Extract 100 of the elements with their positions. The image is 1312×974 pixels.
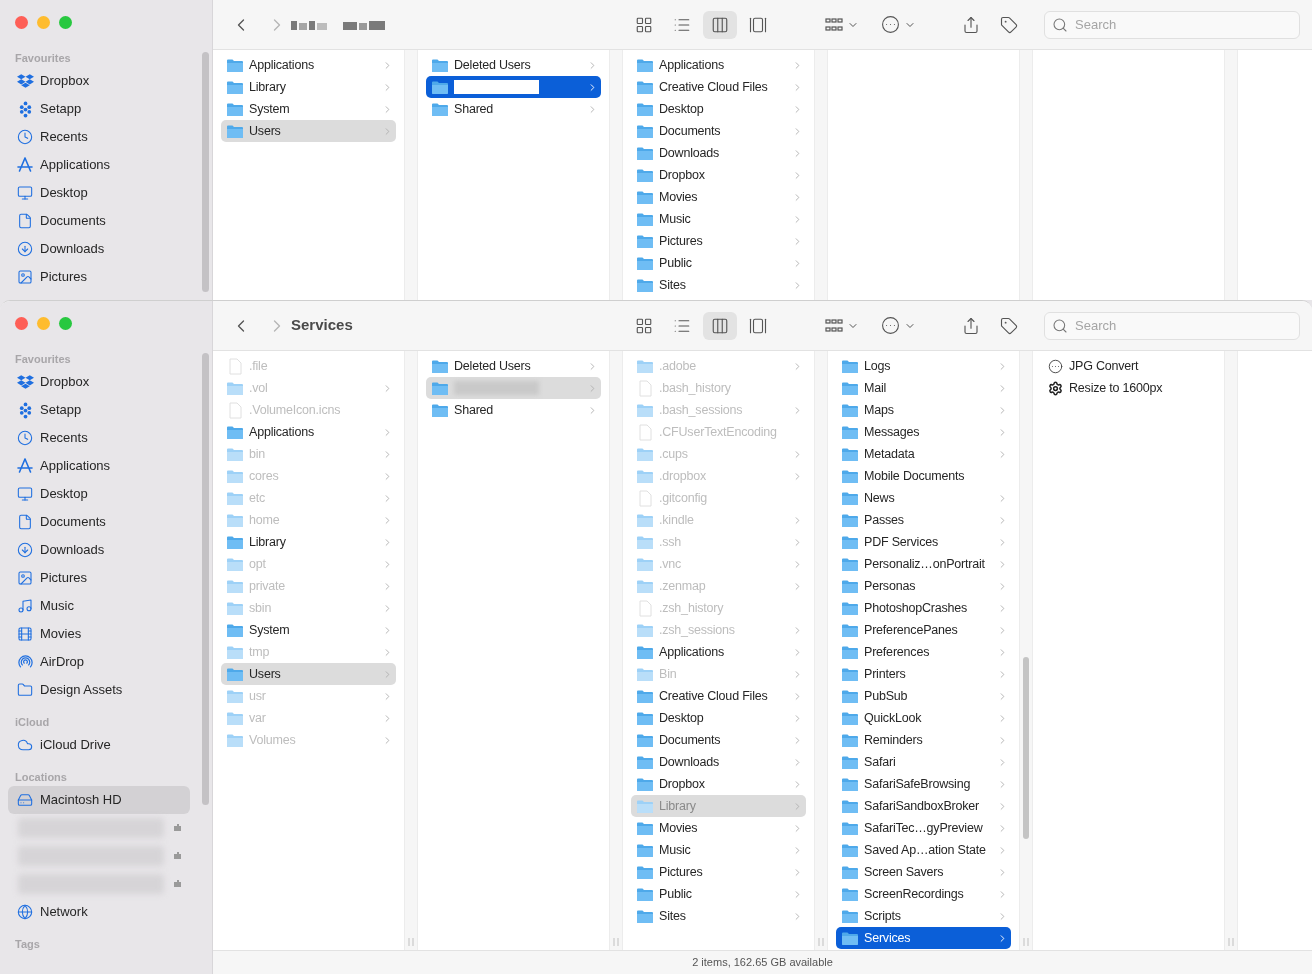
column-view-button[interactable] [703,311,737,340]
file-row[interactable]: Mail [836,377,1011,399]
sidebar-item[interactable]: Pictures [8,564,190,592]
sidebar-item[interactable]: iCloud Drive [8,731,190,759]
group-button[interactable] [825,318,859,333]
sidebar-item[interactable]: Applications [8,452,190,480]
column-resize-bar[interactable] [1224,351,1238,950]
file-row[interactable]: Users [221,663,396,685]
sidebar-item[interactable]: Recents [8,123,190,151]
sidebar-item[interactable]: Applications [8,151,190,179]
sidebar-item[interactable]: Dropbox [8,67,190,95]
file-row[interactable]: Sites [631,274,806,296]
minimize-window-button[interactable] [37,16,50,29]
file-row[interactable]: Downloads [631,751,806,773]
column-resize-bar[interactable] [609,351,623,950]
file-row[interactable]: Documents [631,120,806,142]
sidebar-item[interactable]: Setapp [8,95,190,123]
file-row[interactable]: Shared [426,399,601,421]
file-row[interactable]: PubSub [836,685,1011,707]
file-row[interactable]: QuickLook [836,707,1011,729]
file-row[interactable]: Preferences [836,641,1011,663]
resize-handle-icon[interactable] [818,938,824,946]
resize-handle-icon[interactable] [408,938,414,946]
file-row[interactable]: Applications [221,54,396,76]
file-row[interactable]: News [836,487,1011,509]
sidebar-item[interactable]: Setapp [8,396,190,424]
close-window-button[interactable] [15,16,28,29]
column-resize-bar[interactable] [1019,351,1033,950]
sidebar-scrollbar[interactable] [201,353,209,805]
sidebar-item[interactable]: Downloads [8,235,190,263]
file-row[interactable]: Pictures [631,230,806,252]
sidebar-item[interactable]: AirDrop [8,648,190,676]
column-resize-bar[interactable] [404,50,418,300]
file-row[interactable]: Applications [631,54,806,76]
file-row[interactable]: Screen Savers [836,861,1011,883]
file-row[interactable]: Music [631,839,806,861]
search-field[interactable]: Search [1044,311,1300,340]
tag-button[interactable] [1000,316,1018,335]
file-row[interactable]: Deleted Users [426,355,601,377]
file-row[interactable]: Library [221,531,396,553]
eject-icon[interactable] [172,823,182,833]
column-resize-bar[interactable] [404,351,418,950]
file-row[interactable]: Applications [631,641,806,663]
file-row[interactable]: SafariSafeBrowsing [836,773,1011,795]
column-resize-bar[interactable] [609,50,623,300]
file-row[interactable]: SafariSandboxBroker [836,795,1011,817]
sidebar-item[interactable]: Desktop [8,480,190,508]
file-row[interactable]: Passes [836,509,1011,531]
eject-icon[interactable] [172,879,182,889]
column-scrollbar[interactable] [1023,657,1029,839]
sidebar-item[interactable]: Dropbox [8,368,190,396]
file-row[interactable]: Users [221,120,396,142]
file-row[interactable]: Personas [836,575,1011,597]
file-row[interactable]: Metadata [836,443,1011,465]
file-row[interactable]: Reminders [836,729,1011,751]
column-resize-bar[interactable] [1019,50,1033,300]
file-row[interactable]: Desktop [631,707,806,729]
close-window-button[interactable] [15,317,28,330]
file-row[interactable]: System [221,98,396,120]
file-row[interactable]: Creative Cloud Files [631,76,806,98]
file-row[interactable]: PDF Services [836,531,1011,553]
file-row[interactable]: Logs [836,355,1011,377]
file-row[interactable]: PreferencePanes [836,619,1011,641]
sidebar-item[interactable]: Downloads [8,536,190,564]
file-row[interactable]: Messages [836,421,1011,443]
group-button[interactable] [825,17,859,32]
sidebar-item[interactable]: Documents [8,207,190,235]
file-row[interactable]: Library [221,76,396,98]
file-row[interactable]: Desktop [631,98,806,120]
column-resize-bar[interactable] [1224,50,1238,300]
column-view-button[interactable] [703,10,737,39]
file-row[interactable]: Public [631,252,806,274]
file-row[interactable]: SafariTec…gyPreview [836,817,1011,839]
eject-icon[interactable] [172,851,182,861]
file-row[interactable]: Deleted Users [426,54,601,76]
resize-handle-icon[interactable] [613,938,619,946]
file-row[interactable]: Pictures [631,861,806,883]
file-row[interactable]: Personaliz…onPortrait [836,553,1011,575]
file-row[interactable]: Safari [836,751,1011,773]
file-row[interactable]: Dropbox [631,164,806,186]
file-row[interactable] [426,76,601,98]
file-row[interactable]: Documents [631,729,806,751]
file-row[interactable]: ScreenRecordings [836,883,1011,905]
zoom-window-button[interactable] [59,16,72,29]
sidebar-item[interactable]: Music [8,592,190,620]
resize-handle-icon[interactable] [1228,938,1234,946]
file-row[interactable]: Services [836,927,1011,949]
more-actions-button[interactable] [881,15,916,34]
more-actions-button[interactable] [881,316,916,335]
file-row[interactable]: Downloads [631,142,806,164]
file-row[interactable]: Printers [836,663,1011,685]
sidebar-item[interactable]: Recents [8,424,190,452]
file-row[interactable]: JPG Convert [1041,355,1216,377]
file-row[interactable]: Applications [221,421,396,443]
zoom-window-button[interactable] [59,317,72,330]
file-row[interactable]: Music [631,208,806,230]
file-row[interactable]: Mobile Documents [836,465,1011,487]
file-row[interactable]: Scripts [836,905,1011,927]
file-row[interactable]: Movies [631,186,806,208]
resize-handle-icon[interactable] [1023,938,1029,946]
